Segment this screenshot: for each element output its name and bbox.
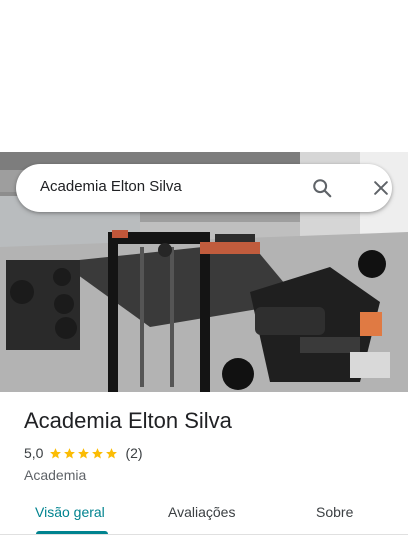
search-bar[interactable]: Academia Elton Silva xyxy=(16,164,392,212)
tab-overview[interactable]: Visão geral xyxy=(35,504,105,520)
tabs-divider xyxy=(0,534,408,535)
place-info: Academia Elton Silva 5,0 (2) Academia xyxy=(24,406,394,483)
search-input[interactable]: Academia Elton Silva xyxy=(40,178,182,195)
star-icon xyxy=(78,447,90,458)
star-rating xyxy=(49,447,119,460)
search-icon[interactable] xyxy=(308,174,336,202)
tab-bar: Visão geral Avaliações Sobre xyxy=(0,492,408,536)
tab-reviews[interactable]: Avaliações xyxy=(168,504,235,520)
star-icon xyxy=(50,447,62,458)
rating-value: 5,0 xyxy=(24,445,44,461)
star-icon xyxy=(64,447,76,458)
rating-row[interactable]: 5,0 (2) xyxy=(24,444,394,462)
star-icon xyxy=(92,447,104,458)
map-top-area xyxy=(0,0,408,152)
review-count[interactable]: (2) xyxy=(125,445,142,461)
place-category[interactable]: Academia xyxy=(24,467,394,483)
tab-about[interactable]: Sobre xyxy=(316,504,353,520)
star-icon xyxy=(106,447,118,458)
place-title: Academia Elton Silva xyxy=(24,408,232,433)
close-icon[interactable] xyxy=(367,174,395,202)
